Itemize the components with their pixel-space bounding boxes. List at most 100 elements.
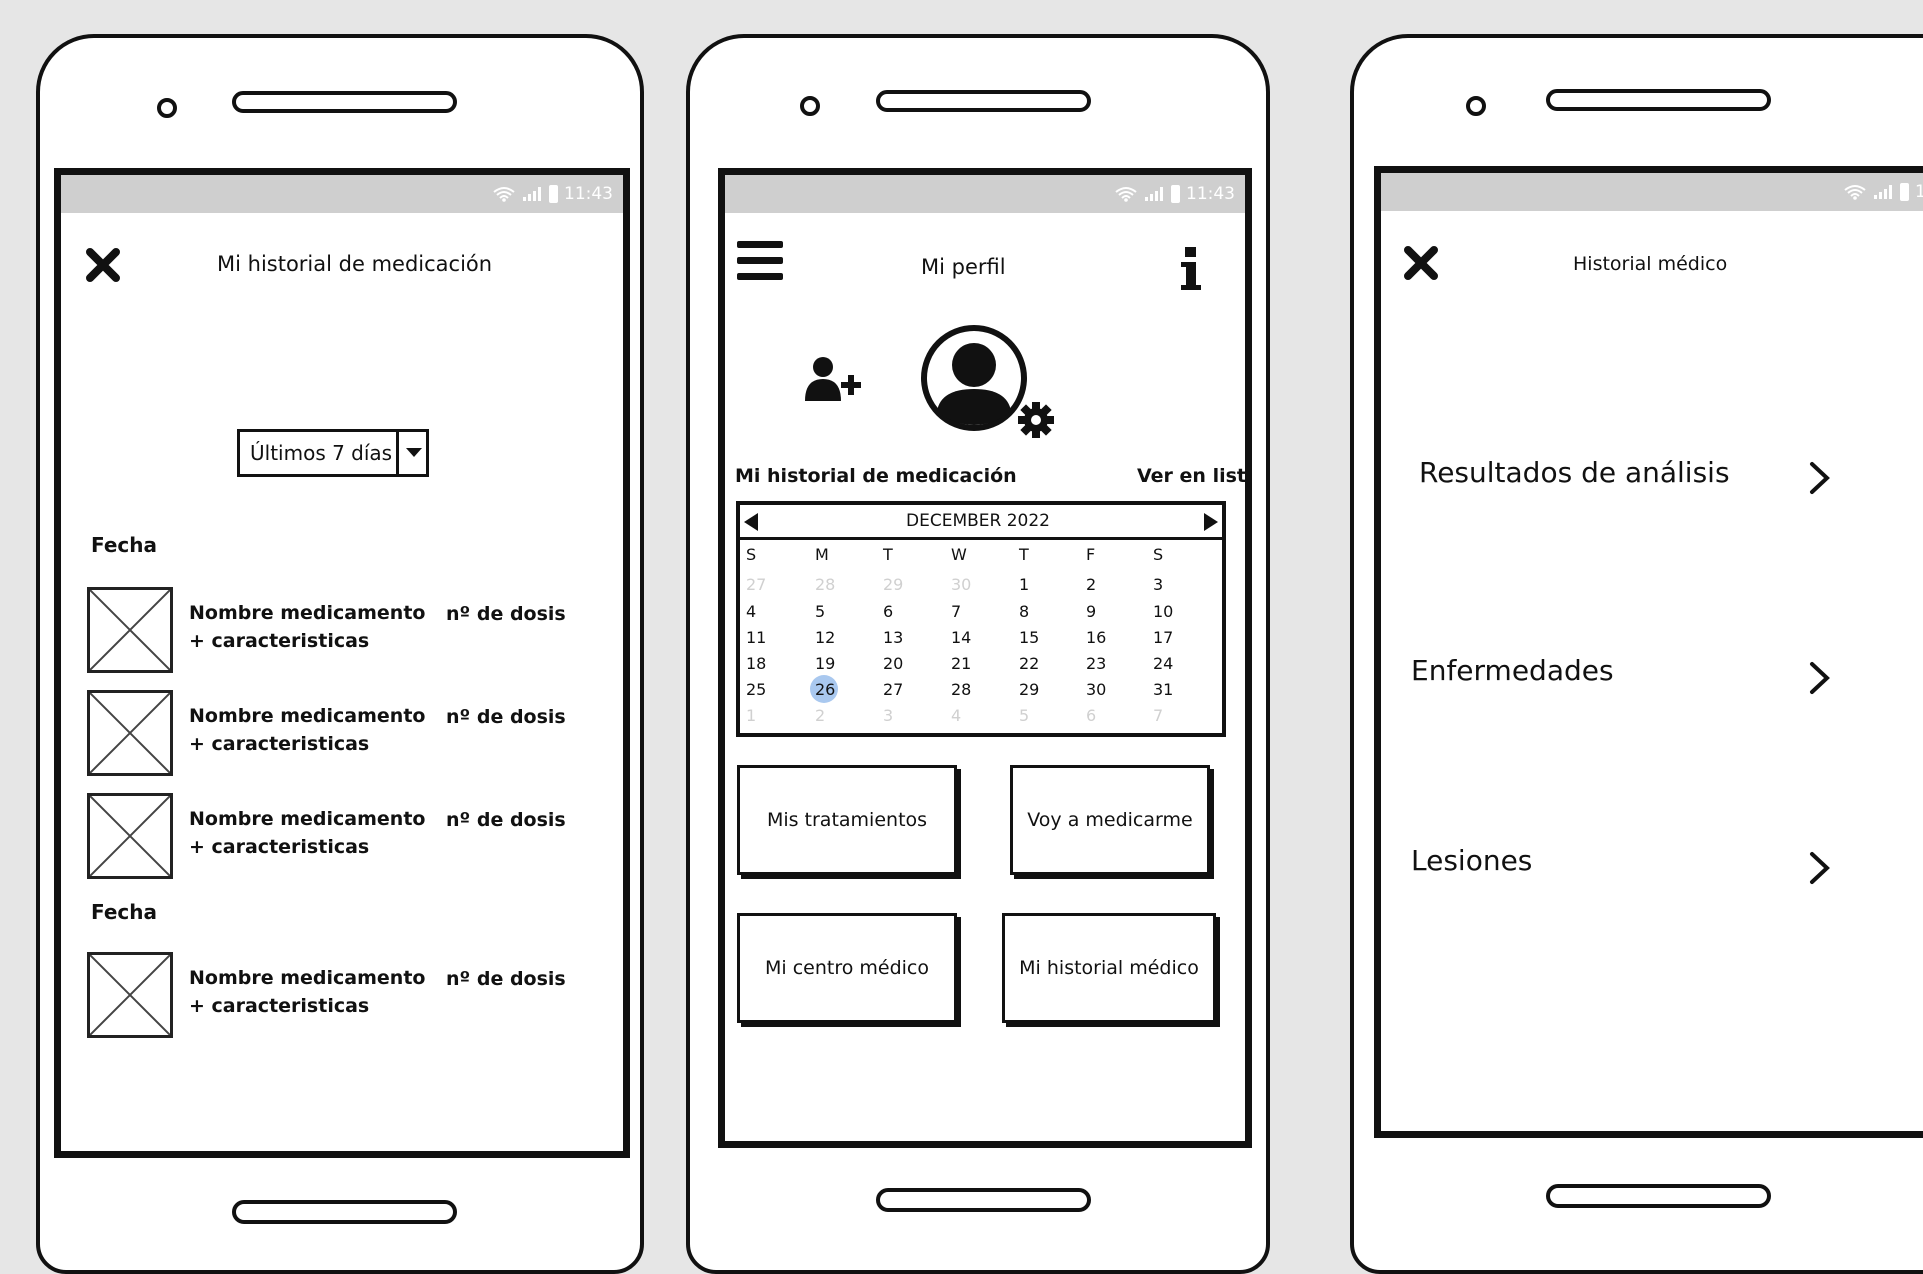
calendar-day[interactable]: 14 [951, 628, 987, 647]
close-icon[interactable] [1403, 245, 1439, 281]
dose-count: nº de dosis [446, 968, 566, 990]
calendar-day[interactable]: 3 [1153, 575, 1189, 594]
period-select-value: Últimos 7 días [250, 441, 393, 465]
hamburger-menu-icon[interactable] [737, 239, 783, 283]
weekday-label: T [1019, 545, 1029, 564]
calendar-day[interactable]: 7 [951, 602, 987, 621]
calendar-day[interactable]: 16 [1086, 628, 1122, 647]
dropdown-divider [396, 432, 399, 474]
status-bar: 11:43 [61, 175, 623, 213]
calendar-day[interactable]: 11 [746, 628, 782, 647]
calendar-day[interactable]: 8 [1019, 602, 1055, 621]
calendar-day[interactable]: 10 [1153, 602, 1189, 621]
medication-name: Nombre medicamento + caracteristicas [189, 602, 426, 652]
previous-month-icon[interactable] [744, 513, 758, 531]
my-medical-history-button[interactable]: Mi historial médico [1002, 913, 1216, 1023]
calendar-day[interactable]: 19 [815, 654, 851, 673]
home-button[interactable] [876, 1188, 1091, 1212]
calendar-day[interactable]: 5 [815, 602, 851, 621]
calendar-day[interactable]: 2 [815, 706, 851, 725]
battery-icon [1900, 183, 1909, 201]
calendar-day[interactable]: 31 [1153, 680, 1189, 699]
period-select[interactable]: Últimos 7 días [237, 429, 429, 477]
dose-count: nº de dosis [446, 809, 566, 831]
calendar-day[interactable]: 29 [1019, 680, 1055, 699]
calendar-day[interactable]: 7 [1153, 706, 1189, 725]
screen: 19:02 Historial médico Resultados de aná… [1374, 166, 1923, 1138]
weekday-label: S [1153, 545, 1164, 564]
calendar-day[interactable]: 12 [815, 628, 851, 647]
calendar-day[interactable]: 24 [1153, 654, 1189, 673]
my-treatments-button[interactable]: Mis tratamientos [737, 765, 957, 875]
signal-icon [1145, 187, 1163, 201]
calendar-day[interactable]: 27 [883, 680, 919, 699]
medication-name: Nombre medicamento + caracteristicas [189, 967, 426, 1017]
home-button[interactable] [1546, 1184, 1771, 1208]
calendar-day[interactable]: 30 [951, 575, 987, 594]
my-medical-center-button[interactable]: Mi centro médico [737, 913, 957, 1023]
gear-icon[interactable] [1017, 401, 1055, 439]
close-icon[interactable] [85, 247, 121, 283]
status-time: 19:02 [1915, 182, 1923, 202]
weekday-label: F [1086, 545, 1096, 564]
medication-name: Nombre medicamento + caracteristicas [189, 808, 426, 858]
screen: 11:43 Mi perfil Mi historial de medicaci… [718, 168, 1252, 1148]
menu-item-label: Enfermedades [1411, 654, 1614, 687]
calendar-day[interactable]: 5 [1019, 706, 1055, 725]
chevron-right-icon [1810, 662, 1830, 694]
phone-profile: 11:43 Mi perfil Mi historial de medicaci… [686, 34, 1270, 1274]
weekday-label: T [883, 545, 893, 564]
view-as-list-link[interactable]: Ver en lista [1137, 465, 1245, 487]
calendar-day[interactable]: 13 [883, 628, 919, 647]
weekday-label: M [815, 545, 829, 564]
calendar-day[interactable]: 25 [746, 680, 782, 699]
speaker-grille [876, 90, 1091, 112]
calendar-day[interactable]: 9 [1086, 602, 1122, 621]
calendar-day[interactable]: 1 [746, 706, 782, 725]
take-medication-button[interactable]: Voy a medicarme [1010, 765, 1210, 875]
calendar-day[interactable]: 4 [746, 602, 782, 621]
calendar-day[interactable]: 20 [883, 654, 919, 673]
calendar-day[interactable]: 28 [815, 575, 851, 594]
calendar-day[interactable]: 28 [951, 680, 987, 699]
section-title: Mi historial de medicación [735, 465, 1017, 487]
add-user-icon[interactable] [805, 355, 863, 403]
calendar-day[interactable]: 29 [883, 575, 919, 594]
weekday-label: W [951, 545, 967, 564]
medication-image-placeholder [87, 690, 173, 776]
page-title: Mi perfil [921, 255, 1006, 279]
calendar-day[interactable]: 6 [883, 602, 919, 621]
next-month-icon[interactable] [1204, 513, 1218, 531]
menu-item-label: Lesiones [1411, 844, 1533, 877]
calendar-day[interactable]: 15 [1019, 628, 1055, 647]
calendar-day[interactable]: 30 [1086, 680, 1122, 699]
calendar-day[interactable]: 17 [1153, 628, 1189, 647]
dose-count: nº de dosis [446, 706, 566, 728]
avatar-icon[interactable] [919, 323, 1033, 437]
medication-image-placeholder [87, 952, 173, 1038]
calendar-day[interactable]: 2 [1086, 575, 1122, 594]
status-bar: 19:02 [1381, 173, 1923, 211]
screen: 11:43 Mi historial de medicación Últimos… [54, 168, 630, 1158]
calendar: DECEMBER 2022 S M T W T F S 27 28 29 30 1 2 3 4 5 6 7 8 9 10… [736, 501, 1226, 737]
calendar-day[interactable]: 4 [951, 706, 987, 725]
weekday-label: S [746, 545, 757, 564]
calendar-day[interactable]: 22 [1019, 654, 1055, 673]
phone-medication-history: 11:43 Mi historial de medicación Últimos… [36, 34, 644, 1274]
medication-image-placeholder [87, 793, 173, 879]
info-icon[interactable] [1179, 247, 1203, 291]
status-bar: 11:43 [725, 175, 1245, 213]
calendar-day[interactable]: 3 [883, 706, 919, 725]
calendar-day[interactable]: 26 [815, 680, 851, 699]
wifi-icon [493, 187, 515, 202]
calendar-day[interactable]: 21 [951, 654, 987, 673]
status-time: 11:43 [564, 184, 613, 204]
calendar-day[interactable]: 6 [1086, 706, 1122, 725]
calendar-day[interactable]: 27 [746, 575, 782, 594]
home-button[interactable] [232, 1200, 457, 1224]
calendar-day[interactable]: 18 [746, 654, 782, 673]
calendar-day[interactable]: 23 [1086, 654, 1122, 673]
calendar-day[interactable]: 1 [1019, 575, 1055, 594]
calendar-header-divider [740, 537, 1222, 540]
page-title: Mi historial de medicación [217, 252, 493, 276]
